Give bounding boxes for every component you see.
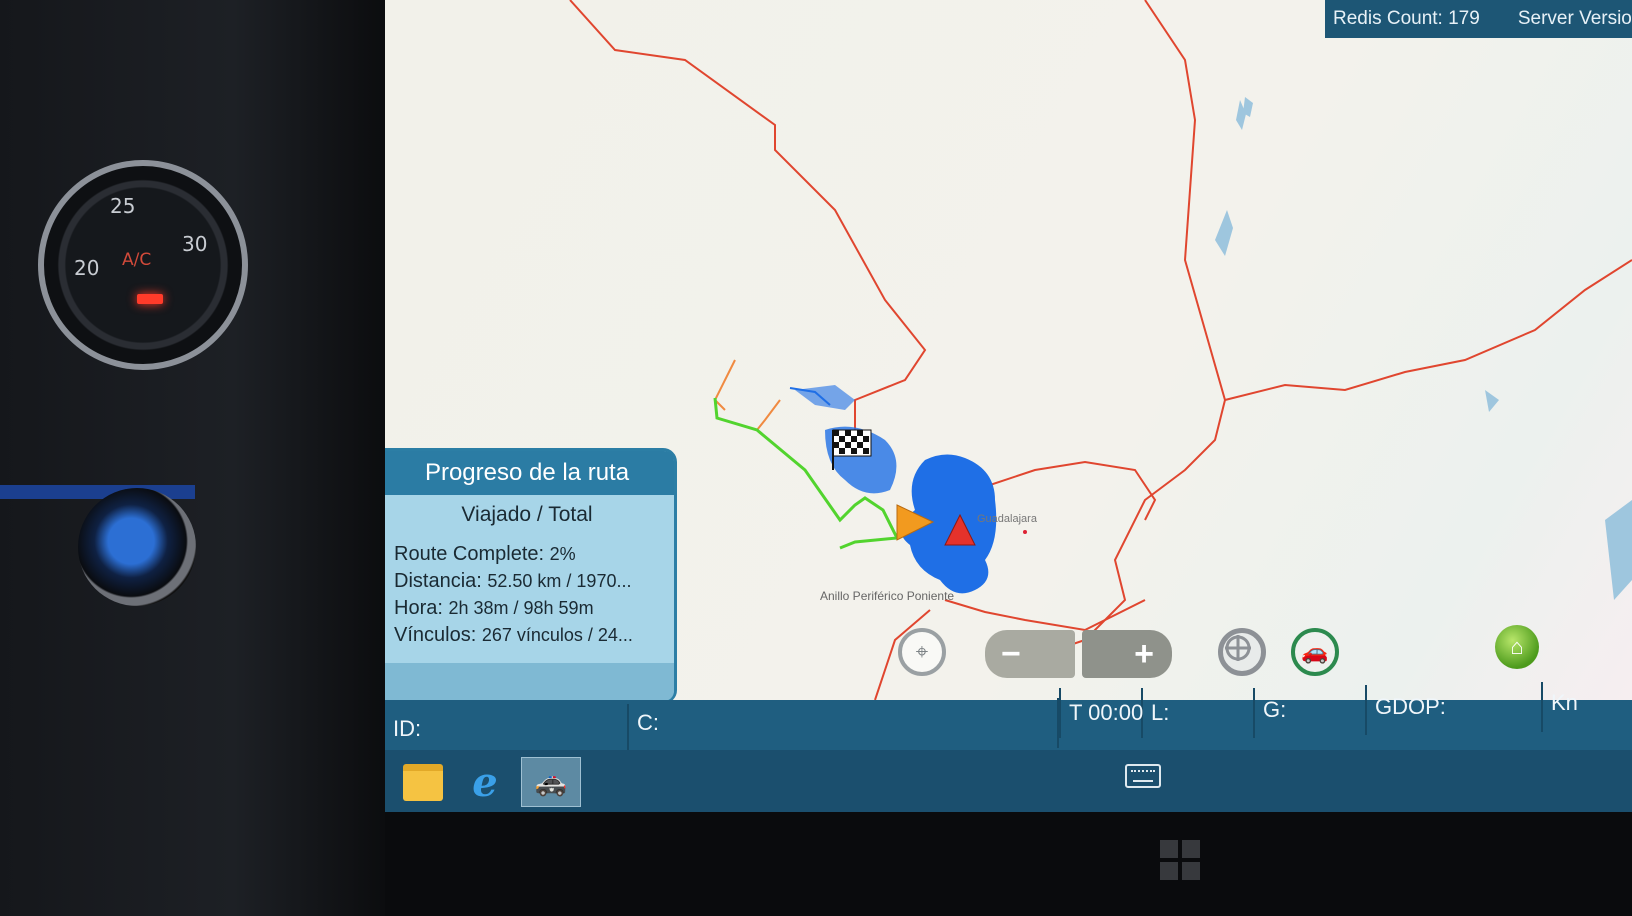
links-value: 267 vínculos / 24... bbox=[481, 625, 633, 645]
time-value: 2h 38m / 98h 59m bbox=[448, 598, 594, 618]
ac-temp-low: 20 bbox=[74, 256, 100, 280]
time-row: Hora: 2h 38m / 98h 59m bbox=[394, 595, 674, 622]
city-dot bbox=[1023, 530, 1027, 534]
home-button[interactable]: ⌂ bbox=[1495, 625, 1539, 669]
plus-icon: + bbox=[1134, 634, 1154, 673]
touch-keyboard-icon[interactable] bbox=[1125, 764, 1161, 788]
route-progress-subtitle: Viajado / Total bbox=[461, 503, 593, 526]
taskbar: e 🚓 bbox=[385, 750, 1632, 812]
route-complete-row: Route Complete: 2% bbox=[394, 541, 674, 568]
control-knob bbox=[78, 488, 196, 606]
redis-count: Redis Count: 179 bbox=[1333, 8, 1480, 29]
crosshair-icon bbox=[1225, 635, 1251, 661]
status-bar: ID: C: T 00:00 L: G: GDOP: Kn bbox=[385, 682, 1632, 754]
windows-logo-icon[interactable] bbox=[1160, 840, 1200, 880]
distance-row: Distancia: 52.50 km / 1970... bbox=[394, 568, 674, 595]
monitor-bezel bbox=[385, 812, 1632, 916]
follow-vehicle-button[interactable]: 🚗 bbox=[1291, 628, 1339, 676]
distance-value: 52.50 km / 1970... bbox=[487, 571, 632, 591]
navigation-screen: Guadalajara Anillo Periférico Poniente R… bbox=[385, 0, 1632, 812]
water-body bbox=[1215, 210, 1233, 256]
map-view[interactable]: Guadalajara Anillo Periférico Poniente R… bbox=[385, 0, 1632, 700]
internet-explorer-button[interactable]: e bbox=[461, 758, 509, 806]
folder-icon bbox=[403, 763, 443, 801]
route-complete-label: Route Complete: bbox=[394, 543, 545, 565]
route-complete-value: 2% bbox=[549, 544, 576, 564]
links-label: Vínculos: bbox=[394, 624, 477, 646]
status-l: L: bbox=[1143, 688, 1255, 738]
navigation-app-button[interactable]: 🚓 bbox=[521, 757, 581, 807]
zoom-in-button[interactable]: + bbox=[1082, 630, 1172, 678]
minus-icon: − bbox=[1001, 634, 1021, 673]
file-explorer-button[interactable] bbox=[399, 760, 447, 804]
car-icon: 🚗 bbox=[1301, 639, 1329, 664]
ac-temp-high: 30 bbox=[182, 232, 208, 256]
road-label: Anillo Periférico Poniente bbox=[820, 589, 954, 603]
internet-explorer-icon: e bbox=[472, 758, 498, 806]
water-body bbox=[1485, 390, 1499, 412]
ac-dial: 20 25 30 A/C bbox=[38, 160, 248, 370]
recenter-button[interactable] bbox=[1218, 628, 1266, 676]
time-label: Hora: bbox=[394, 597, 443, 619]
route-progress-panel: Progreso de la ruta Viajado / Total Rout… bbox=[385, 448, 677, 700]
route-segment bbox=[713, 359, 736, 411]
status-g: G: bbox=[1255, 685, 1367, 735]
ac-temp-mid: 25 bbox=[110, 194, 136, 218]
car-interior: 20 25 30 A/C bbox=[0, 0, 390, 916]
home-icon: ⌂ bbox=[1510, 634, 1524, 659]
ac-indicator-led bbox=[137, 294, 163, 304]
highway-road bbox=[944, 599, 1146, 632]
location-pin-icon: ⌖ bbox=[915, 639, 929, 664]
city-label: Guadalajara bbox=[977, 513, 1038, 525]
server-version-label: Server Version bbox=[1517, 8, 1632, 29]
zoom-out-button[interactable]: − bbox=[985, 630, 1075, 678]
distance-label: Distancia: bbox=[394, 570, 482, 592]
status-id: ID: bbox=[385, 704, 629, 754]
links-row: Vínculos: 267 vínculos / 24... bbox=[394, 622, 674, 649]
status-time: T 00:00 bbox=[1059, 688, 1143, 738]
status-c: C: bbox=[629, 698, 1059, 748]
route-progress-footer bbox=[385, 663, 674, 700]
highway-road bbox=[569, 0, 927, 430]
status-gdop: GDOP: bbox=[1367, 682, 1543, 732]
route-segment bbox=[756, 399, 781, 431]
server-info-bar: Redis Count: 179 Server Version bbox=[1325, 0, 1632, 38]
route-progress-title: Progreso de la ruta bbox=[385, 451, 674, 495]
location-pin-button[interactable]: ⌖ bbox=[898, 628, 946, 676]
ac-label: A/C bbox=[122, 250, 152, 270]
status-kn: Kn bbox=[1551, 690, 1578, 715]
water-body bbox=[1605, 500, 1632, 600]
highway-road bbox=[974, 460, 1157, 521]
police-car-icon: 🚓 bbox=[534, 766, 568, 797]
highway-road bbox=[1224, 259, 1632, 401]
coverage-area bbox=[795, 385, 997, 594]
highway-road bbox=[1054, 0, 1227, 651]
